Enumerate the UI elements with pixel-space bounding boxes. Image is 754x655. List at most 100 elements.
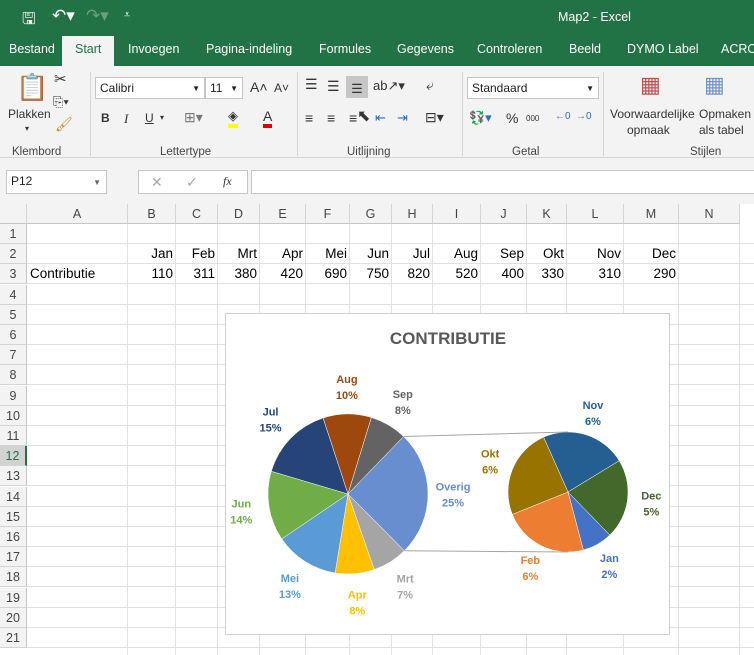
tab-acro[interactable]: ACRO [721,42,754,56]
decrease-decimal-icon[interactable]: →0 [576,111,592,122]
column-header-G[interactable]: G [350,204,392,224]
align-left-icon[interactable]: ≡ [305,110,313,126]
align-center-icon[interactable]: ≡ [327,110,335,126]
row-header-11[interactable]: 11 [0,426,27,446]
row-header-19[interactable]: 19 [0,587,27,608]
cell-D2[interactable]: Mrt [218,244,260,264]
align-right-icon[interactable]: ≡ [349,110,357,126]
cell-B3[interactable]: 110 [128,264,176,284]
thousands-button[interactable]: 000 [526,114,539,123]
cell-B2[interactable]: Jan [128,244,176,264]
column-header-H[interactable]: H [392,204,433,224]
decrease-indent-icon[interactable]: ⇤ [375,110,386,126]
column-header-N[interactable]: N [679,204,740,224]
conditional-format-icon[interactable]: ▦ [640,72,661,98]
column-header-C[interactable]: C [176,204,218,224]
row-header-16[interactable]: 16 [0,527,27,547]
cell-M2[interactable]: Dec [624,244,679,264]
cancel-icon[interactable]: ✕ [151,174,163,191]
align-top-icon[interactable]: ☰ [305,76,318,93]
cell-G3[interactable]: 750 [350,264,392,284]
tab-controleren[interactable]: Controleren [477,42,542,56]
row-header-5[interactable]: 5 [0,304,27,325]
column-header-L[interactable]: L [567,204,624,224]
increase-font-icon[interactable]: A˄ [250,79,268,95]
column-header-I[interactable]: I [433,204,481,224]
cut-icon[interactable]: ✂ [54,70,67,88]
tab-bestand[interactable]: Bestand [9,42,55,56]
percent-button[interactable]: % [506,110,518,126]
name-box[interactable]: P12 ▼ [6,170,107,194]
cell-M3[interactable]: 290 [624,264,679,284]
italic-button[interactable]: I [124,111,128,127]
cell-F3[interactable]: 690 [306,264,350,284]
cell-A3[interactable]: Contributie [27,264,128,284]
paste-button[interactable]: Plakken [8,107,51,121]
row-header-2[interactable]: 2 [0,244,27,265]
paste-icon[interactable]: 📋 [16,72,48,103]
chevron-down-icon[interactable]: ▾ [160,113,164,122]
formula-input[interactable] [251,170,754,194]
cell-I2[interactable]: Aug [433,244,481,264]
column-header-J[interactable]: J [481,204,527,224]
column-header-F[interactable]: F [306,204,350,224]
row-header-3[interactable]: 3 [0,264,27,285]
align-middle-icon[interactable]: ☰ [327,78,340,95]
bold-button[interactable]: B [101,111,110,125]
cell-I3[interactable]: 520 [433,264,481,284]
borders-icon[interactable]: ⊞▾ [184,109,203,126]
cell-F2[interactable]: Mei [306,244,350,264]
currency-icon[interactable]: 💱▾ [469,110,492,126]
cell-J2[interactable]: Sep [481,244,527,264]
row-header-15[interactable]: 15 [0,506,27,527]
fill-color-icon[interactable]: ◈ [228,108,238,128]
customize-toolbar-icon[interactable]: ⩡ [124,9,130,22]
confirm-icon[interactable]: ✓ [186,174,198,191]
cell-J3[interactable]: 400 [481,264,527,284]
merge-center-icon[interactable]: ⊟▾ [425,109,444,126]
cell-D3[interactable]: 380 [218,264,260,284]
row-header-4[interactable]: 4 [0,284,27,305]
cell-H2[interactable]: Jul [392,244,433,264]
tab-formules[interactable]: Formules [319,42,371,56]
tab-pagina-indeling[interactable]: Pagina-indeling [206,42,292,56]
tab-start[interactable]: Start [62,36,115,66]
format-as-table-button-line2[interactable]: als tabel [699,123,744,137]
increase-indent-icon[interactable]: ⇥ [397,110,408,126]
column-header-B[interactable]: B [128,204,176,224]
tab-gegevens[interactable]: Gegevens [397,42,454,56]
tab-invoegen[interactable]: Invoegen [128,42,179,56]
row-header-13[interactable]: 13 [0,466,27,487]
cell-L2[interactable]: Nov [567,244,624,264]
undo-icon[interactable]: ↶▾ [52,6,75,26]
column-header-M[interactable]: M [624,204,679,224]
column-header-D[interactable]: D [218,204,260,224]
number-format-select[interactable]: Standaard ▼ [467,77,599,99]
cell-E3[interactable]: 420 [260,264,306,284]
row-header-8[interactable]: 8 [0,365,27,386]
format-painter-icon[interactable]: 🖌 [55,116,73,133]
font-name-select[interactable]: Calibri ▼ [95,77,205,99]
column-header-A[interactable]: A [27,204,128,224]
font-size-select[interactable]: 11 ▼ [205,77,243,99]
format-as-table-icon[interactable]: ▦ [704,72,725,98]
row-header-12[interactable]: 12 [0,446,27,467]
row-header-18[interactable]: 18 [0,567,27,588]
align-bottom-icon[interactable]: ☰ [346,76,368,98]
cell-L3[interactable]: 310 [567,264,624,284]
tab-dymo-label[interactable]: DYMO Label [627,42,699,56]
row-header-14[interactable]: 14 [0,486,27,507]
cell-C3[interactable]: 311 [176,264,218,284]
font-color-icon[interactable]: A [263,108,273,128]
cell-G2[interactable]: Jun [350,244,392,264]
tab-beeld[interactable]: Beeld [569,42,601,56]
cell-H3[interactable]: 820 [392,264,433,284]
row-header-17[interactable]: 17 [0,547,27,568]
increase-decimal-icon[interactable]: ←0 [555,111,571,122]
cell-K2[interactable]: Okt [527,244,567,264]
cell-E2[interactable]: Apr [260,244,306,264]
copy-icon[interactable]: ⎘▾ [53,94,69,110]
conditional-format-button[interactable]: Voorwaardelijke [610,107,695,121]
insert-function-button[interactable]: fx [223,174,232,189]
column-header-E[interactable]: E [260,204,306,224]
